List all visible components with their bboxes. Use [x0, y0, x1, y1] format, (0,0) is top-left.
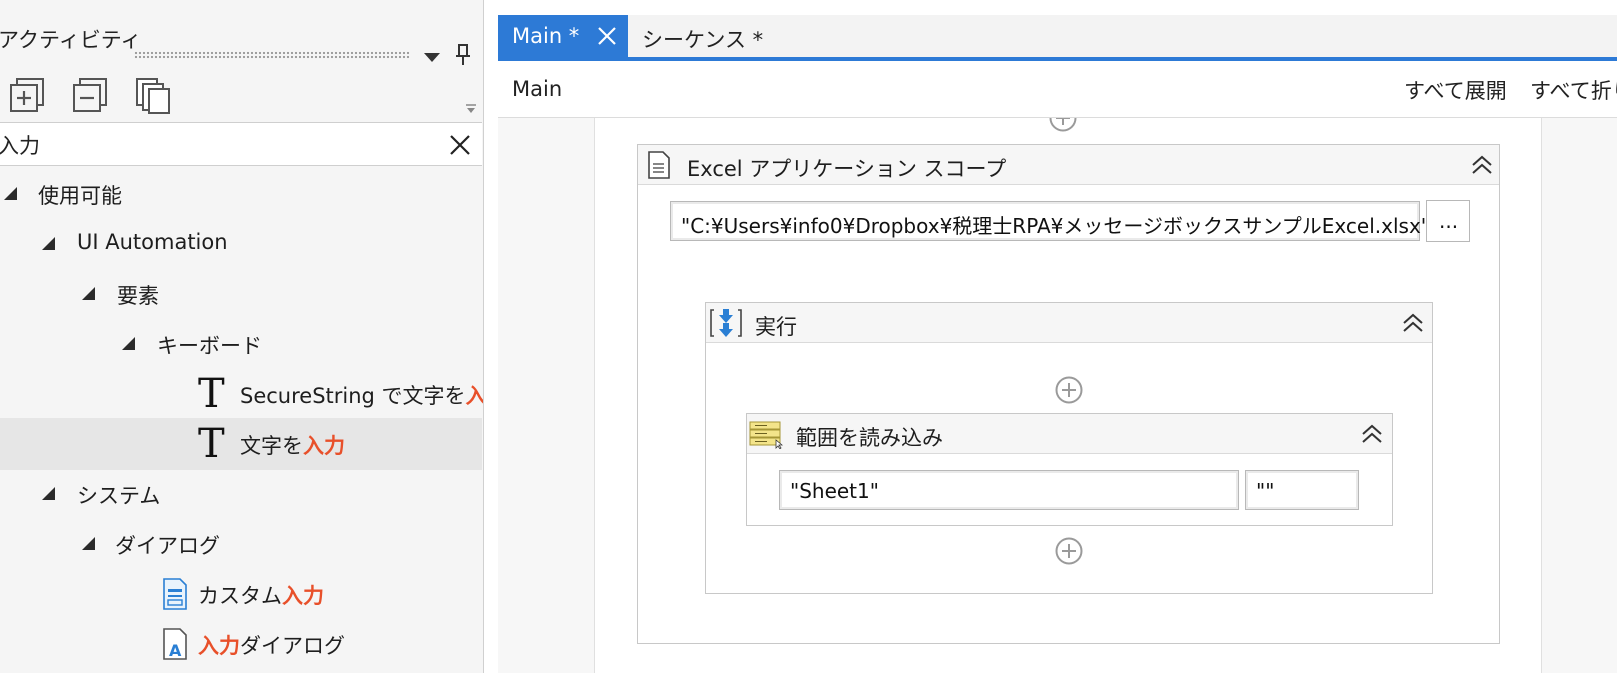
panel-options-icon[interactable] — [424, 53, 440, 62]
workbook-path-value: "C:¥Users¥info0¥Dropbox¥税理士RPA¥メッセージボックス… — [681, 214, 1430, 238]
designer-canvas[interactable]: Excel アプリケーション スコープ "C:¥Users¥info0¥Drop… — [498, 118, 1617, 673]
panel-toolbar — [0, 70, 483, 120]
tree-group-element[interactable]: 要素 — [0, 268, 482, 320]
activity-title: Excel アプリケーション スコープ — [687, 157, 1007, 181]
read-range-activity[interactable]: 範囲を読み込み "Sheet1" "" — [746, 413, 1393, 526]
do-sequence[interactable]: 実行 範囲を読み込み "Sheet1" "" — [705, 302, 1433, 594]
expanded-arrow-icon[interactable] — [42, 487, 55, 500]
tree-item-type-into[interactable]: T 文字を入力 — [0, 418, 482, 470]
text-type-icon: T — [198, 421, 225, 467]
tree-group-system[interactable]: システム — [0, 468, 482, 520]
sheet-name-field[interactable]: "Sheet1" — [779, 470, 1239, 510]
tree-group-label: 要素 — [117, 284, 159, 308]
label-text: SecureString で文字を — [240, 384, 466, 408]
custom-input-icon — [163, 578, 187, 610]
input-dialog-icon: A — [163, 628, 187, 660]
toolbar-overflow-icon[interactable] — [466, 104, 476, 114]
tree-group-label: UI Automation — [77, 230, 228, 254]
tree-item-custom-input[interactable]: カスタム入力 — [0, 568, 482, 620]
expanded-arrow-icon[interactable] — [42, 237, 55, 250]
clear-search-icon[interactable] — [448, 133, 472, 157]
add-activity-icon[interactable] — [1048, 118, 1078, 133]
workbook-path-field[interactable]: "C:¥Users¥info0¥Dropbox¥税理士RPA¥メッセージボックス… — [670, 201, 1430, 241]
label-text: カスタム — [198, 584, 282, 608]
expanded-arrow-icon[interactable] — [82, 537, 95, 550]
range-value: "" — [1256, 479, 1275, 503]
label-text: ダイアログ — [240, 634, 345, 658]
copy-icon[interactable] — [134, 76, 172, 114]
activity-header: Excel アプリケーション スコープ — [638, 145, 1499, 185]
tree-group-available[interactable]: 使用可能 — [0, 168, 482, 220]
activities-panel: アクティビティ 入力 使用可能 UI Automation 要素 キーボード T… — [0, 0, 484, 673]
panel-header: アクティビティ — [0, 16, 483, 66]
search-highlight: 入 — [466, 384, 483, 408]
add-activity-icon[interactable] — [1054, 536, 1084, 566]
tree-group-label: ダイアログ — [115, 534, 220, 558]
tree-item-label: SecureString で文字を入 — [240, 380, 483, 410]
breadcrumb[interactable]: Main — [512, 77, 562, 101]
browse-label: ... — [1439, 209, 1459, 233]
document-tabs: Main * シーケンス * — [498, 15, 1617, 61]
expand-all-button[interactable]: すべて展開 — [1404, 75, 1507, 105]
excel-scope-icon — [648, 151, 670, 179]
close-icon[interactable] — [596, 25, 618, 47]
tree-group-label: 使用可能 — [38, 184, 122, 208]
sheet-name-value: "Sheet1" — [790, 479, 879, 503]
tree-group-keyboard[interactable]: キーボード — [0, 318, 482, 370]
tree-item-input-dialog[interactable]: A 入力ダイアログ — [0, 618, 482, 670]
tab-main[interactable]: Main * — [498, 15, 628, 57]
label-text: 文字を — [240, 434, 303, 458]
collapse-all-button[interactable]: すべて折りたたみ — [1530, 75, 1617, 105]
activity-header: 実行 — [706, 303, 1432, 343]
collapse-chevron-icon[interactable] — [1471, 154, 1493, 176]
tab-sequence[interactable]: シーケンス * — [642, 24, 763, 54]
svg-text:A: A — [169, 641, 182, 660]
activity-title: 実行 — [755, 315, 797, 339]
expand-all-icon[interactable] — [8, 76, 46, 114]
tree-group-label: システム — [77, 484, 161, 508]
activity-header: 範囲を読み込み — [747, 414, 1392, 454]
add-activity-icon[interactable] — [1054, 375, 1084, 405]
tab-label: Main * — [512, 24, 580, 48]
activity-title: 範囲を読み込み — [796, 426, 943, 450]
range-field[interactable]: "" — [1245, 470, 1359, 510]
tree-group-dialog[interactable]: ダイアログ — [0, 518, 482, 570]
browse-button[interactable]: ... — [1426, 200, 1470, 242]
tab-underline — [498, 57, 1617, 61]
activity-search-input[interactable] — [0, 130, 438, 160]
tree-item-label: カスタム入力 — [198, 580, 324, 610]
expanded-arrow-icon[interactable] — [82, 287, 95, 300]
panel-drag-grip[interactable] — [134, 51, 410, 59]
collapse-chevron-icon[interactable] — [1402, 312, 1424, 334]
activity-search-box — [0, 122, 482, 166]
collapse-all-icon[interactable] — [71, 76, 109, 114]
excel-application-scope[interactable]: Excel アプリケーション スコープ "C:¥Users¥info0¥Drop… — [637, 144, 1500, 644]
search-highlight: 入力 — [282, 584, 324, 608]
pin-icon[interactable] — [453, 44, 473, 66]
expanded-arrow-icon[interactable] — [4, 187, 17, 200]
tree-item-type-secure-text[interactable]: T SecureString で文字を入 — [0, 368, 483, 420]
tree-item-label: 入力ダイアログ — [198, 630, 345, 660]
search-highlight: 入力 — [303, 434, 345, 458]
read-range-icon — [749, 421, 783, 449]
breadcrumb-bar: Main すべて展開 すべて折りたたみ — [498, 62, 1617, 118]
workflow-designer: Main * シーケンス * Main すべて展開 すべて折りたたみ — [498, 0, 1617, 673]
collapse-chevron-icon[interactable] — [1361, 423, 1383, 445]
sequence-container: Excel アプリケーション スコープ "C:¥Users¥info0¥Drop… — [594, 118, 1542, 673]
tree-group-ui-automation[interactable]: UI Automation — [0, 218, 482, 270]
tree-group-label: キーボード — [157, 334, 262, 358]
text-type-icon: T — [198, 371, 225, 417]
search-highlight: 入力 — [198, 634, 240, 658]
do-sequence-icon — [710, 309, 742, 337]
panel-title: アクティビティ — [0, 28, 142, 52]
expanded-arrow-icon[interactable] — [122, 337, 135, 350]
tree-item-label: 文字を入力 — [240, 430, 345, 460]
